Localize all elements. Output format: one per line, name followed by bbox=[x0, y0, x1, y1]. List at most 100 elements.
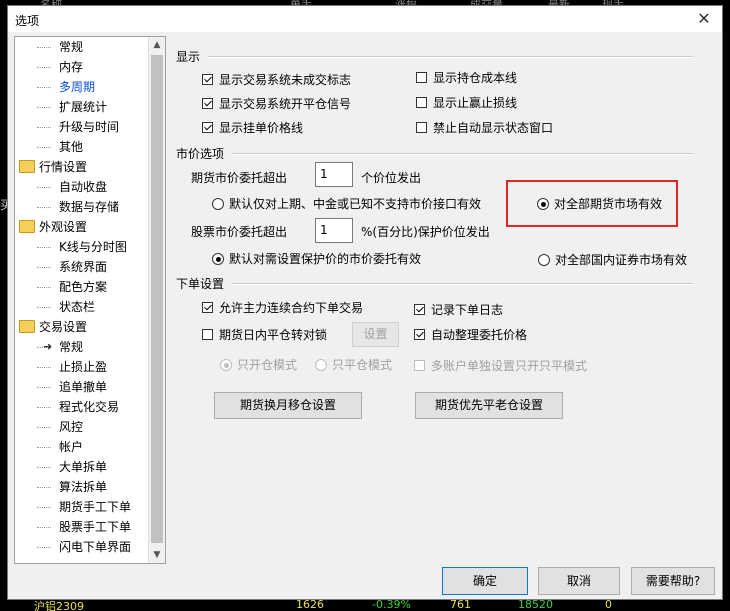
tree-item[interactable]: 风控 bbox=[15, 417, 149, 437]
tree-item[interactable]: 大单拆单 bbox=[15, 457, 149, 477]
tree-connector bbox=[37, 207, 51, 208]
tree-item[interactable]: 外观设置 bbox=[15, 217, 149, 237]
stock-market-label: 股票市价委托超出 bbox=[191, 225, 288, 239]
settings-tree: 常规 内存 多周期 扩展统计 升级与时间 其他 行情设置 自动收盘 数据与存储 外观设置 K线与分时… bbox=[14, 36, 166, 564]
stock-default-radio[interactable] bbox=[212, 253, 224, 265]
open-only-mode-radio[interactable] bbox=[220, 359, 232, 371]
futures-market-label: 期货市价委托超出 bbox=[191, 171, 288, 185]
tree-connector bbox=[37, 47, 51, 48]
bg-contract-name: 沪铝2309 bbox=[34, 600, 84, 611]
tree-item[interactable]: 扩展统计 bbox=[15, 97, 149, 117]
tree-item[interactable]: 常规 bbox=[15, 37, 149, 57]
allow-main-contract-checkbox[interactable] bbox=[202, 302, 213, 313]
cancel-button[interactable]: 取消 bbox=[538, 567, 620, 595]
tree-item[interactable]: 系统界面 bbox=[15, 257, 149, 277]
tree-connector bbox=[37, 287, 51, 288]
show-pending-price-label: 显示挂单价格线 bbox=[219, 121, 304, 135]
tree-item[interactable]: ➜ 常规 bbox=[15, 337, 149, 357]
show-open-close-signal-checkbox[interactable] bbox=[202, 98, 213, 109]
bg-value-3: 761 bbox=[450, 600, 471, 611]
lock-settings-button[interactable]: 设置 bbox=[352, 322, 399, 347]
background-footer-row: 沪铝2309 1626 -0.39% 761 18520 0 bbox=[0, 600, 730, 611]
tree-item-label: 其他 bbox=[59, 140, 84, 154]
tree-item[interactable]: 其他 bbox=[15, 137, 149, 157]
tree-item[interactable]: 自动收盘 bbox=[15, 177, 149, 197]
tree-item-label: 常规 bbox=[59, 40, 84, 54]
tree-item[interactable]: 配色方案 bbox=[15, 277, 149, 297]
tree-item-label: 系统界面 bbox=[59, 260, 108, 274]
tree-item[interactable]: 程式化交易 bbox=[15, 397, 149, 417]
tree-connector bbox=[37, 67, 51, 68]
tree-item-label: 追单撤单 bbox=[59, 380, 108, 394]
tree-item[interactable]: 内存 bbox=[15, 57, 149, 77]
tree-item[interactable]: 止损止盈 bbox=[15, 357, 149, 377]
close-only-mode-radio[interactable] bbox=[315, 359, 327, 371]
tree-item-label: 配色方案 bbox=[59, 280, 108, 294]
allow-main-contract-label: 允许主力连续合约下单交易 bbox=[219, 301, 364, 315]
tree-item-label: K线与分时图 bbox=[59, 240, 127, 254]
scroll-down-icon[interactable]: ▼ bbox=[149, 547, 165, 563]
multi-account-mode-checkbox[interactable] bbox=[414, 360, 425, 371]
futures-ticks-unit: 个价位发出 bbox=[361, 171, 422, 185]
tree-item-label: 常规 bbox=[59, 340, 84, 354]
tree-item-label: 帐户 bbox=[59, 440, 84, 454]
stock-default-radio-label: 默认对需设置保护价的市价委托有效 bbox=[229, 252, 422, 266]
multi-account-mode-label: 多账户单独设置只开只平模式 bbox=[431, 359, 588, 373]
tree-scrollbar[interactable]: ▲ ▼ bbox=[148, 37, 165, 563]
tree-item-label: 股票手工下单 bbox=[59, 520, 132, 534]
tree-item[interactable]: 升级与时间 bbox=[15, 117, 149, 137]
tree-connector bbox=[37, 87, 51, 88]
futures-ticks-input[interactable]: 1 bbox=[315, 162, 353, 187]
tree-item-label: 止损止盈 bbox=[59, 360, 108, 374]
tree-item[interactable]: 行情设置 bbox=[15, 157, 149, 177]
tree-item[interactable]: 追单撤单 bbox=[15, 377, 149, 397]
tree-item[interactable]: 数据与存储 bbox=[15, 197, 149, 217]
tree-item[interactable]: 股票手工下单 bbox=[15, 517, 149, 537]
help-button[interactable]: 需要帮助? bbox=[631, 567, 715, 595]
tree-item[interactable]: 帐户 bbox=[15, 437, 149, 457]
tree-connector bbox=[37, 147, 51, 148]
folder-icon bbox=[19, 220, 35, 233]
scroll-up-icon[interactable]: ▲ bbox=[149, 37, 165, 53]
show-stop-lines-checkbox[interactable] bbox=[416, 97, 427, 108]
tree-item[interactable]: 闪电下单界面 bbox=[15, 537, 149, 557]
tree-item-label: 闪电下单界面 bbox=[59, 540, 132, 554]
tree-item[interactable]: 交易设置 bbox=[15, 317, 149, 337]
close-icon[interactable]: ✕ bbox=[694, 9, 714, 28]
open-only-mode-label: 只开仓模式 bbox=[237, 358, 298, 372]
disable-auto-status-checkbox[interactable] bbox=[416, 122, 427, 133]
futures-default-radio[interactable] bbox=[212, 198, 224, 210]
futures-default-radio-label: 默认仅对上期、中金或已知不支持市价接口有效 bbox=[229, 197, 482, 211]
show-unfilled-flag-checkbox[interactable] bbox=[202, 74, 213, 85]
tree-connector bbox=[37, 107, 51, 108]
show-open-close-signal-label: 显示交易系统开平仓信号 bbox=[219, 97, 352, 111]
priority-close-settings-button[interactable]: 期货优先平老仓设置 bbox=[415, 392, 563, 419]
tree-connector bbox=[37, 187, 51, 188]
tree-item[interactable]: 多周期 bbox=[15, 77, 149, 97]
scroll-thumb[interactable] bbox=[151, 55, 163, 543]
rollover-settings-button[interactable]: 期货换月移仓设置 bbox=[214, 392, 362, 419]
auto-adjust-price-checkbox[interactable] bbox=[414, 329, 425, 340]
stock-all-radio[interactable] bbox=[538, 254, 550, 266]
tree-item-label: 升级与时间 bbox=[59, 120, 120, 134]
stock-percent-input[interactable]: 1 bbox=[315, 218, 353, 243]
ok-button[interactable]: 确定 bbox=[442, 567, 528, 595]
tree-item-label: 程式化交易 bbox=[59, 400, 120, 414]
intraday-lock-checkbox[interactable] bbox=[202, 329, 213, 340]
show-position-cost-checkbox[interactable] bbox=[416, 72, 427, 83]
record-log-checkbox[interactable] bbox=[414, 304, 425, 315]
tree-item[interactable]: 算法拆单 bbox=[15, 477, 149, 497]
tree-item-label: 内存 bbox=[59, 60, 84, 74]
display-section-title: 显示 bbox=[176, 50, 201, 64]
close-only-mode-label: 只平仓模式 bbox=[332, 358, 393, 372]
tree-connector bbox=[37, 407, 51, 408]
show-pending-price-checkbox[interactable] bbox=[202, 122, 213, 133]
tree-item-label: 期货手工下单 bbox=[59, 500, 132, 514]
folder-icon bbox=[19, 320, 35, 333]
tree-item[interactable]: K线与分时图 bbox=[15, 237, 149, 257]
tree-item[interactable]: 期货手工下单 bbox=[15, 497, 149, 517]
auto-adjust-price-label: 自动整理委托价格 bbox=[431, 328, 528, 342]
tree-item[interactable]: 状态栏 bbox=[15, 297, 149, 317]
tree-connector bbox=[37, 267, 51, 268]
title-bar: 选项 ✕ bbox=[8, 6, 722, 32]
